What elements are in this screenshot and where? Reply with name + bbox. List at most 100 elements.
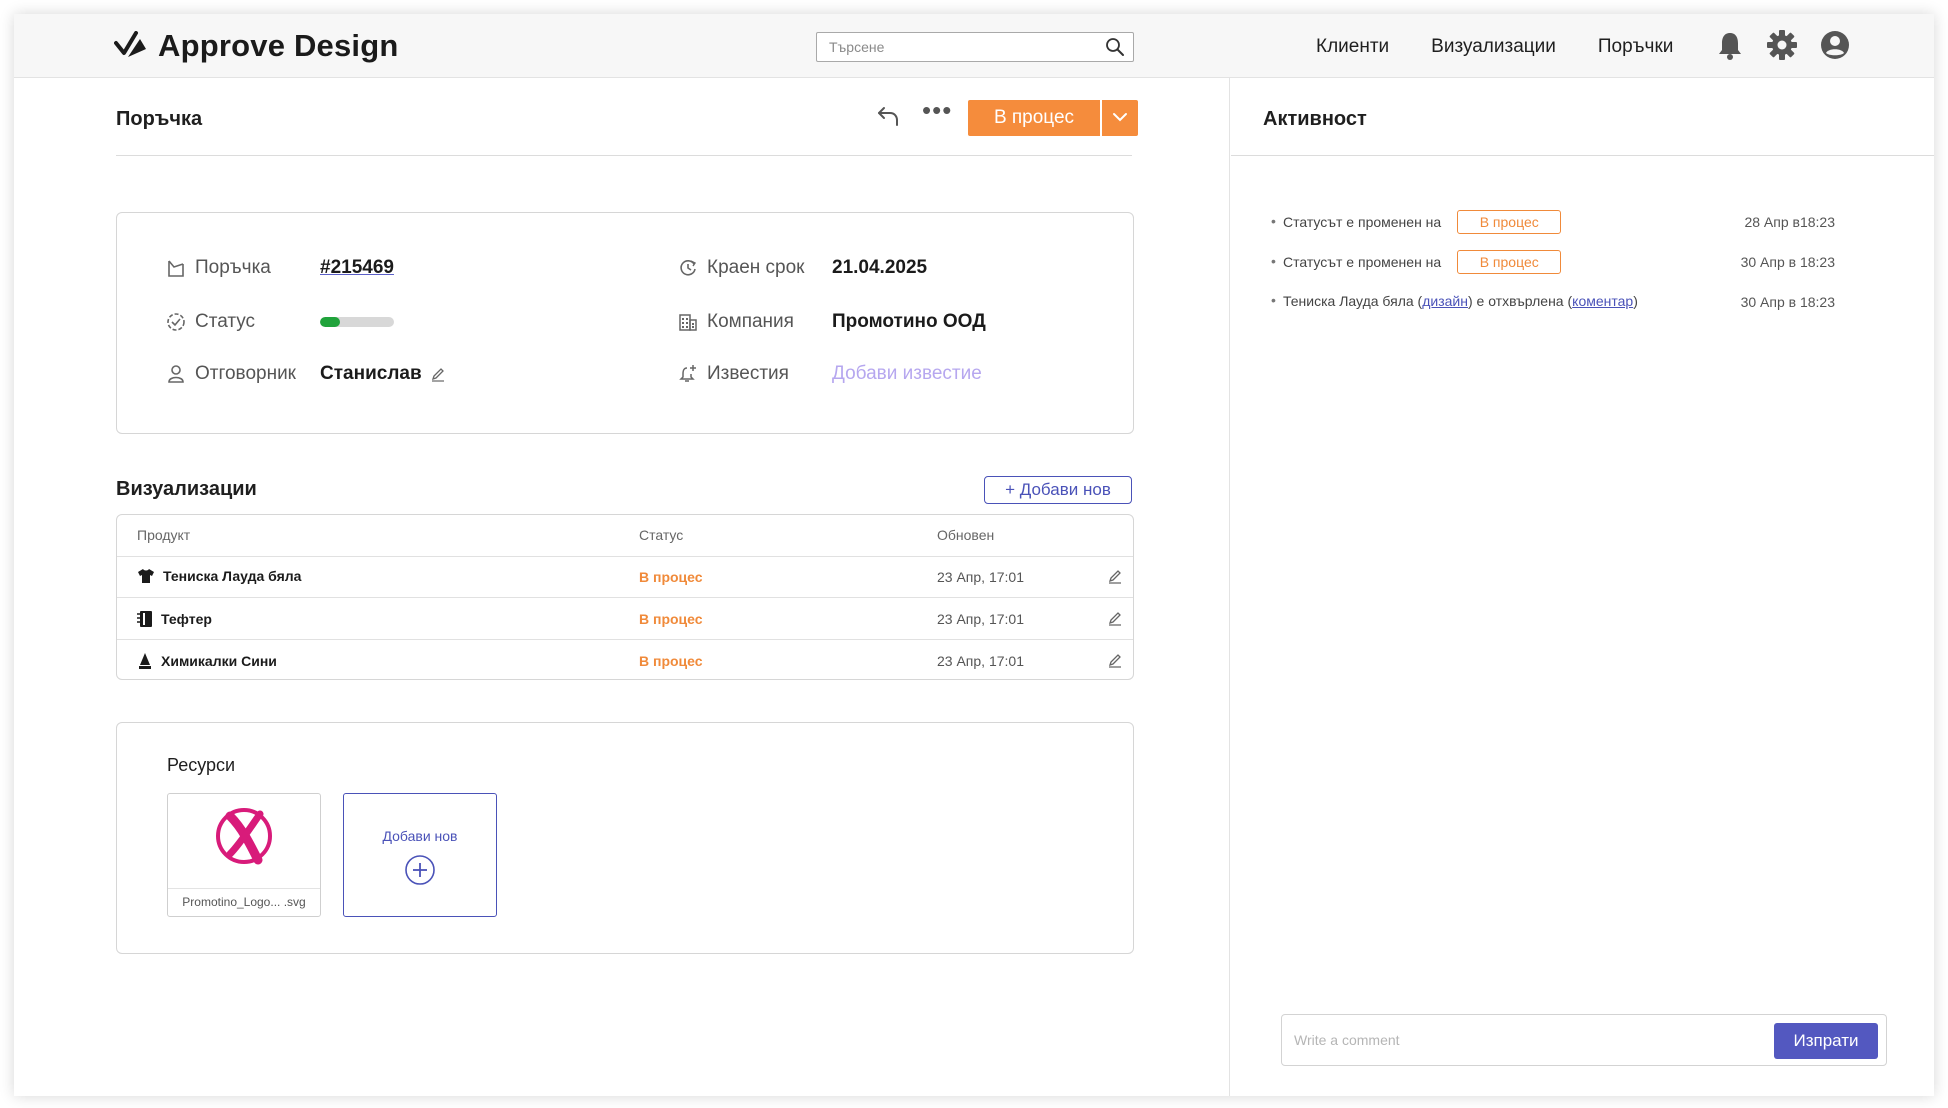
- order-info-card: Поръчка #215469 Статус Отговорник Станис…: [116, 212, 1134, 434]
- status-badge: В процес: [1457, 250, 1562, 274]
- status-check-icon: [167, 313, 185, 331]
- search-box: [816, 32, 1134, 62]
- search-icon[interactable]: [1105, 37, 1125, 57]
- deadline-value: 21.04.2025: [832, 257, 928, 278]
- order-label: Поръчка: [195, 257, 271, 278]
- table-header: Продукт Статус Обновен: [117, 515, 1133, 557]
- status-badge: В процес: [639, 611, 703, 627]
- deadline-row: Краен срок 21.04.2025: [677, 257, 927, 279]
- status-label: Статус: [195, 311, 256, 332]
- add-resource-button[interactable]: Добави нов: [343, 793, 497, 917]
- status-dropdown-button[interactable]: [1102, 100, 1138, 136]
- notebook-icon: [137, 611, 152, 627]
- comment-box: Изпрати: [1281, 1014, 1887, 1066]
- order-icon: [168, 260, 184, 277]
- page-title: Поръчка: [116, 108, 203, 130]
- column-updated: Обновен: [937, 527, 995, 543]
- comment-link[interactable]: коментар: [1572, 293, 1633, 309]
- company-label: Компания: [707, 311, 794, 332]
- top-header: Approve Design Клиенти Визуализации Поръ…: [14, 14, 1934, 78]
- app-window: Approve Design Клиенти Визуализации Поръ…: [14, 14, 1934, 1096]
- visualizations-table: Продукт Статус Обновен Тениска Лауда бял…: [116, 514, 1134, 680]
- order-number-link[interactable]: #215469: [320, 257, 394, 279]
- status-badge: В процес: [639, 569, 703, 585]
- visualizations-title: Визуализации: [116, 478, 257, 500]
- undo-icon[interactable]: [876, 105, 900, 127]
- activity-text: Статусът е променен на: [1283, 214, 1442, 230]
- activity-text: ) е отхвърлена (: [1467, 293, 1573, 309]
- owner-value: Станислав: [320, 363, 422, 384]
- notices-label: Известия: [707, 363, 789, 384]
- more-options-icon[interactable]: •••: [922, 97, 952, 123]
- nav-visualizations[interactable]: Визуализации: [1431, 36, 1556, 58]
- activity-title: Активност: [1263, 108, 1367, 130]
- order-toolbar: Поръчка ••• В процес: [116, 78, 1138, 156]
- nav-clients[interactable]: Клиенти: [1316, 36, 1389, 58]
- comment-input[interactable]: [1294, 1027, 1764, 1053]
- bell-add-icon: [679, 365, 696, 382]
- pen-icon: [139, 653, 151, 669]
- activity-time: 30 Апр в 18:23: [1740, 254, 1835, 270]
- bell-icon[interactable]: [1716, 30, 1744, 60]
- activity-text: Тениска Лауда бяла (: [1283, 293, 1423, 309]
- table-row[interactable]: Химикалки Сини В процес 23 Апр, 17:01: [117, 641, 1133, 679]
- tshirt-icon: [138, 569, 154, 583]
- status-progress-bar: [320, 317, 394, 327]
- activity-time: 30 Апр в 18:23: [1740, 294, 1835, 310]
- status-badge: В процес: [639, 653, 703, 669]
- activity-text: Статусът е променен на: [1283, 254, 1442, 270]
- resources-card: Ресурси Promotino_Logo... .svg Добави но…: [116, 722, 1134, 954]
- company-value: Промотино ООД: [832, 311, 986, 332]
- logo-check-icon: [114, 31, 146, 57]
- column-status: Статус: [639, 527, 684, 543]
- activity-header: Активност: [1231, 78, 1934, 156]
- activity-item: • Статусът е променен на В процес: [1271, 250, 1562, 274]
- table-row[interactable]: Тениска Лауда бяла В процес 23 Апр, 17:0…: [117, 557, 1133, 598]
- activity-text: ): [1633, 293, 1638, 309]
- edit-icon[interactable]: [1107, 652, 1123, 668]
- table-row[interactable]: Тефтер В процес 23 Апр, 17:01: [117, 599, 1133, 640]
- app-title: Approve Design: [158, 28, 399, 63]
- send-button[interactable]: Изпрати: [1774, 1023, 1878, 1059]
- order-number-row: Поръчка #215469: [165, 257, 394, 279]
- deadline-icon: [680, 260, 697, 276]
- updated-time: 23 Апр, 17:01: [937, 611, 1024, 627]
- order-panel: Поръчка ••• В процес Поръчка #215469 Ста…: [14, 78, 1230, 1096]
- resources-title: Ресурси: [167, 755, 236, 775]
- gear-icon[interactable]: [1766, 29, 1798, 61]
- person-icon: [168, 365, 184, 383]
- nav-orders[interactable]: Поръчки: [1598, 36, 1674, 58]
- column-product: Продукт: [137, 527, 191, 543]
- resource-file[interactable]: Promotino_Logo... .svg: [167, 793, 321, 917]
- activity-item: • Статусът е променен на В процес: [1271, 210, 1562, 234]
- status-badge: В процес: [1457, 210, 1562, 234]
- notices-row: Известия Добави известие: [677, 363, 982, 385]
- building-icon: [679, 314, 697, 331]
- plus-circle-icon: [405, 855, 435, 885]
- edit-icon[interactable]: [1107, 568, 1123, 584]
- product-name: Тениска Лауда бяла: [163, 568, 302, 584]
- design-link[interactable]: дизайн: [1422, 293, 1468, 309]
- status-button[interactable]: В процес: [968, 100, 1100, 136]
- chevron-down-icon: [1113, 113, 1127, 122]
- deadline-label: Краен срок: [707, 257, 805, 278]
- add-visualization-button[interactable]: + Добави нов: [984, 476, 1132, 504]
- edit-owner-icon[interactable]: [430, 366, 446, 382]
- owner-row: Отговорник Станислав: [165, 363, 446, 385]
- updated-time: 23 Апр, 17:01: [937, 569, 1024, 585]
- file-name: Promotino_Logo... .svg: [168, 888, 320, 909]
- updated-time: 23 Апр, 17:01: [937, 653, 1024, 669]
- promotino-logo-icon: [216, 808, 272, 865]
- search-input[interactable]: [817, 33, 1087, 61]
- activity-panel: Активност • Статусът е променен на В про…: [1231, 78, 1934, 1096]
- logo[interactable]: Approve Design: [114, 28, 399, 64]
- owner-label: Отговорник: [195, 363, 296, 384]
- company-row: Компания Промотино ООД: [677, 311, 986, 333]
- add-notice-link[interactable]: Добави известие: [832, 363, 982, 385]
- user-account-icon[interactable]: [1820, 30, 1850, 60]
- edit-icon[interactable]: [1107, 610, 1123, 626]
- file-thumbnail: [168, 794, 320, 878]
- product-name: Химикалки Сини: [161, 653, 277, 669]
- activity-time: 28 Апр в18:23: [1744, 214, 1835, 230]
- status-row: Статус: [165, 311, 394, 333]
